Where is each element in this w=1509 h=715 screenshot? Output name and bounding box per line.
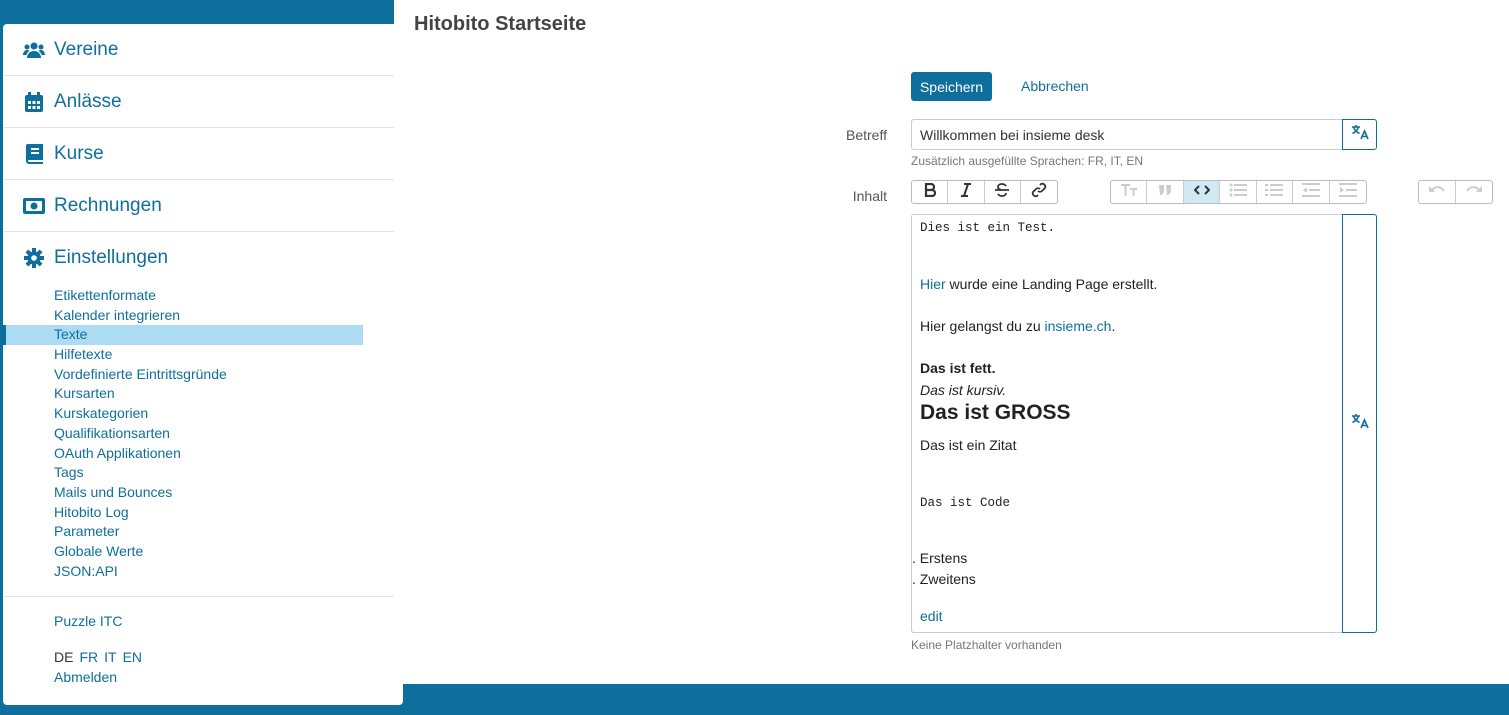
nav-item-kurse[interactable]: Kurse [3, 128, 403, 180]
indent-button[interactable] [1330, 181, 1366, 203]
editor-text: Hier gelangst du zu [920, 318, 1045, 334]
editor-italic-text: Das ist kursiv. [920, 382, 1007, 398]
nav-item-vereine[interactable]: Vereine [3, 24, 403, 76]
page-title: Hitobito Startseite [414, 13, 587, 35]
editor-link[interactable]: insieme.ch [1045, 318, 1112, 334]
content-translate-button[interactable] [1342, 214, 1377, 633]
sidebar-item-globale-werte[interactable]: Globale Werte [3, 542, 403, 562]
translate-icon [1351, 124, 1369, 145]
link-button[interactable] [1021, 181, 1057, 203]
main-content: Hitobito Startseite Speichern Abbrechen … [394, 0, 1509, 684]
link-icon [1031, 182, 1047, 203]
language-switcher: DE FR IT EN [54, 649, 403, 665]
italic-icon [960, 182, 972, 202]
save-button[interactable]: Speichern [911, 72, 992, 101]
subject-input[interactable] [911, 119, 1343, 150]
org-link[interactable]: Puzzle ITC [54, 613, 403, 629]
sidebar-item-kursarten[interactable]: Kursarten [3, 384, 403, 404]
language-en[interactable]: EN [123, 649, 142, 665]
nav-item-einstellungen[interactable]: Einstellungen [3, 232, 403, 284]
cog-icon [23, 247, 45, 269]
editor-text: . [1111, 318, 1116, 334]
sidebar-item-tags[interactable]: Tags [3, 463, 403, 483]
content-label: Inhalt [852, 188, 887, 204]
editor-paragraph: Hier wurde eine Landing Page erstellt. [920, 276, 1157, 292]
outdent-icon [1301, 182, 1320, 202]
money-bill-icon [23, 195, 45, 217]
italic-button[interactable] [948, 181, 985, 203]
number-list-button[interactable] [1257, 181, 1294, 203]
editor-link[interactable]: Hier [920, 276, 946, 292]
bullet-list-icon [1229, 183, 1248, 202]
undo-button[interactable] [1419, 181, 1456, 203]
code-icon [1193, 183, 1211, 201]
sidebar-item-texte[interactable]: Texte [3, 325, 363, 346]
language-de: DE [54, 649, 74, 665]
nav-item-label: Einstellungen [54, 247, 169, 268]
sidebar-item-hitobito-log[interactable]: Hitobito Log [3, 503, 403, 523]
editor-text: wurde eine Landing Page erstellt. [945, 276, 1158, 292]
number-list-icon [1265, 183, 1284, 202]
nav-item-rechnungen[interactable]: Rechnungen [3, 180, 403, 232]
sidebar-item-kalender-integrieren[interactable]: Kalender integrieren [3, 306, 403, 326]
bold-button[interactable] [912, 181, 949, 203]
block-format-toolbar [1110, 180, 1367, 204]
edit-link[interactable]: edit [920, 608, 943, 624]
language-it[interactable]: IT [104, 649, 116, 665]
sidebar-item-json-api[interactable]: JSON:API [3, 562, 403, 582]
text-format-toolbar [911, 180, 1058, 204]
undo-icon [1428, 183, 1446, 201]
code-block: Dies ist ein Test. [920, 221, 1056, 235]
settings-submenu: Etikettenformate Kalender integrieren Te… [3, 286, 403, 581]
editor-blockquote: Das ist ein Zitat [920, 437, 1017, 453]
sidebar-item-etikettenformate[interactable]: Etikettenformate [3, 286, 403, 306]
history-toolbar [1418, 180, 1493, 204]
nav-item-label: Vereine [54, 38, 119, 60]
editor-paragraph: Hier gelangst du zu insieme.ch. [920, 318, 1115, 334]
subject-hint: Zusätzlich ausgefüllte Sprachen: FR, IT,… [911, 154, 1144, 168]
logout-link[interactable]: Abmelden [54, 669, 403, 685]
nav-item-label: Kurse [54, 142, 104, 164]
quote-icon [1158, 183, 1172, 201]
quote-button[interactable] [1147, 181, 1184, 203]
sidebar-item-eintrittsgruende[interactable]: Vordefinierte Eintrittsgründe [3, 365, 403, 385]
strikethrough-icon [994, 182, 1010, 202]
sidebar-item-hilfetexte[interactable]: Hilfetexte [3, 345, 403, 365]
redo-icon [1465, 183, 1483, 201]
bullet-list-button[interactable] [1220, 181, 1257, 203]
subject-translate-button[interactable] [1342, 119, 1377, 150]
editor-bold-text: Das ist fett. [920, 360, 996, 376]
sidebar-footer: Puzzle ITC DE FR IT EN Abmelden [3, 596, 403, 685]
redo-button[interactable] [1456, 181, 1493, 203]
nav-item-label: Rechnungen [54, 194, 162, 216]
sidebar-item-kurskategorien[interactable]: Kurskategorien [3, 404, 403, 424]
subject-label: Betreff [846, 127, 887, 143]
sidebar-item-oauth-applikationen[interactable]: OAuth Applikationen [3, 444, 403, 464]
code-button[interactable] [1183, 181, 1221, 203]
list-item: . Erstens [912, 550, 968, 566]
nav-item-label: Anlässe [54, 90, 122, 112]
placeholder-hint: Keine Platzhalter vorhanden [911, 638, 1062, 652]
language-fr[interactable]: FR [79, 649, 98, 665]
sidebar-item-qualifikationsarten[interactable]: Qualifikationsarten [3, 424, 403, 444]
heading-icon [1120, 183, 1138, 202]
calendar-icon [23, 91, 45, 113]
indent-icon [1338, 182, 1357, 202]
book-icon [23, 143, 45, 165]
list-item: . Zweitens [912, 571, 976, 587]
outdent-button[interactable] [1293, 181, 1330, 203]
cancel-link[interactable]: Abbrechen [1021, 78, 1089, 94]
content-editor[interactable]: Dies ist ein Test. Hier wurde eine Landi… [911, 214, 1343, 633]
users-icon [23, 39, 45, 61]
heading-button[interactable] [1111, 181, 1148, 203]
bold-icon [924, 182, 936, 202]
strikethrough-button[interactable] [985, 181, 1021, 203]
sidebar-item-mails-und-bounces[interactable]: Mails und Bounces [3, 483, 403, 503]
sidebar: Vereine Anlässe Kurse Rechnungen Einstel… [3, 24, 403, 705]
code-block: Das ist Code [920, 496, 1011, 510]
editor-heading: Das ist GROSS [920, 401, 1071, 424]
sidebar-item-parameter[interactable]: Parameter [3, 522, 403, 542]
nav-item-anlaesse[interactable]: Anlässe [3, 76, 403, 128]
translate-icon [1351, 413, 1369, 434]
